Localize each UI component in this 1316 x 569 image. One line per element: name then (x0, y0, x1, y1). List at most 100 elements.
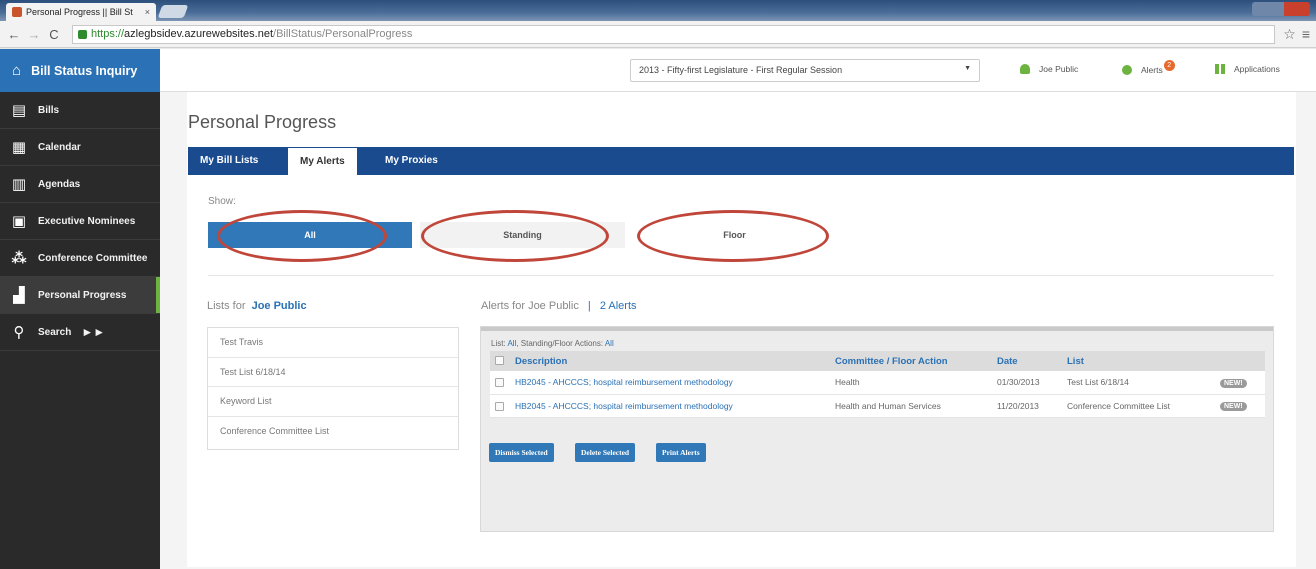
filter-action-label: , Standing/Floor Actions: (516, 339, 604, 348)
column-header-list[interactable]: List (1062, 351, 1215, 371)
filter-floor-button[interactable]: Floor (632, 222, 837, 248)
list-item[interactable]: Test List 6/18/14 (208, 358, 458, 387)
page-title: Personal Progress (188, 112, 337, 132)
forward-button[interactable]: → (26, 27, 42, 42)
filter-standing-button[interactable]: Standing (420, 222, 625, 248)
double-chevron-right-icon: ►► (81, 325, 106, 339)
address-bar[interactable]: https:// azlegbsidev.azurewebsites.net /… (72, 24, 1276, 44)
sidebar-item-agendas[interactable]: ▥ Agendas (0, 166, 160, 203)
apps-grid-icon (1215, 64, 1225, 74)
url-scheme: https:// (91, 28, 125, 40)
list-item[interactable]: Conference Committee List (208, 417, 458, 447)
alert-date: 11/20/2013 (992, 394, 1062, 418)
alerts-header-separator: | (587, 300, 591, 312)
alerts-table: Description Committee / Floor Action Dat… (490, 351, 1265, 418)
applications-link[interactable]: Applications (1215, 64, 1280, 74)
sidebar-item-search[interactable]: ⚲ Search ►► (0, 314, 160, 351)
close-tab-icon[interactable]: × (145, 7, 150, 17)
browser-tab-strip: Personal Progress || Bill St × (0, 0, 1316, 21)
filter-list-value-link[interactable]: All (507, 339, 516, 348)
alerts-count-badge: 2 (1163, 60, 1175, 71)
session-select-value: 2013 - Fifty-first Legislature - First R… (639, 65, 843, 75)
sidebar-item-label: Search (38, 326, 72, 338)
row-checkbox-cell (490, 371, 510, 395)
new-tab-button[interactable] (157, 5, 189, 18)
alerts-panel: List: All, Standing/Floor Actions: All D… (480, 326, 1274, 532)
filter-all-button[interactable]: All (208, 222, 412, 248)
dismiss-selected-button[interactable]: Dismiss Selected (489, 443, 554, 462)
tab-bar: My Bill Lists My Alerts My Proxies (188, 147, 1294, 175)
alert-list: Conference Committee List (1062, 394, 1215, 418)
filter-list-label: List: (491, 339, 506, 348)
select-all-checkbox[interactable] (495, 356, 504, 366)
sidebar-item-label: Executive Nominees (38, 215, 136, 227)
site-favicon-icon (12, 7, 22, 17)
window-controls[interactable] (1252, 2, 1310, 16)
sidebar-item-personal-progress[interactable]: ▟ Personal Progress (0, 277, 160, 314)
sidebar-item-conference-committee[interactable]: ⁂ Conference Committee (0, 240, 160, 277)
back-button[interactable]: ← (6, 27, 22, 42)
top-header: 2013 - Fifty-first Legislature - First R… (160, 49, 1316, 92)
alerts-panel-strip (481, 327, 1273, 331)
tab-my-bill-lists[interactable]: My Bill Lists (188, 147, 270, 175)
search-icon: ⚲ (13, 324, 25, 341)
reload-button[interactable]: C (46, 27, 62, 42)
column-header-badge (1215, 351, 1265, 371)
sidebar-item-executive-nominees[interactable]: ▣ Executive Nominees (0, 203, 160, 240)
user-icon (1020, 64, 1030, 74)
alert-committee: Health and Human Services (830, 394, 992, 418)
alert-icon (1122, 64, 1132, 75)
table-row: HB2045 - AHCCCS; hospital reimbursement … (490, 371, 1265, 395)
bookmark-star-icon[interactable]: ☆ (1283, 26, 1296, 43)
session-select[interactable]: 2013 - Fifty-first Legislature - First R… (630, 59, 980, 82)
progress-icon: ▟ (13, 287, 25, 304)
alerts-header: Alerts for Joe Public | 2 Alerts (481, 300, 637, 312)
sidebar-item-bills[interactable]: ▤ Bills (0, 92, 160, 129)
lists-header-label: Lists for (207, 300, 246, 312)
table-row: HB2045 - AHCCCS; hospital reimbursement … (490, 394, 1265, 418)
alert-description-link[interactable]: HB2045 - AHCCCS; hospital reimbursement … (510, 371, 830, 395)
lock-icon (78, 29, 87, 39)
row-checkbox[interactable] (495, 401, 504, 411)
column-header-committee[interactable]: Committee / Floor Action (830, 351, 992, 371)
calendar-icon: ▦ (11, 139, 27, 156)
list-item[interactable]: Test Travis (208, 328, 458, 358)
list-item[interactable]: Keyword List (208, 387, 458, 417)
row-checkbox[interactable] (495, 378, 504, 388)
document-icon: ▤ (11, 102, 27, 119)
user-name: Joe Public (1039, 64, 1079, 74)
sidebar-item-label: Conference Committee (38, 252, 148, 264)
nominee-icon: ▣ (11, 213, 27, 230)
brand-title: Bill Status Inquiry (31, 63, 138, 78)
badge-cell: NEW! (1215, 394, 1265, 418)
alert-date: 01/30/2013 (992, 371, 1062, 395)
lists-owner-link[interactable]: Joe Public (252, 300, 307, 312)
select-all-cell (490, 351, 510, 371)
sidebar-item-label: Calendar (38, 141, 81, 153)
badge-cell: NEW! (1215, 371, 1265, 395)
browser-toolbar: ← → C https:// azlegbsidev.azurewebsites… (0, 21, 1316, 48)
filter-action-value-link[interactable]: All (605, 339, 614, 348)
browser-tab-title: Personal Progress || Bill St (26, 7, 133, 17)
tab-my-alerts[interactable]: My Alerts (288, 148, 357, 175)
column-header-date[interactable]: Date (992, 351, 1062, 371)
agenda-icon: ▥ (11, 176, 27, 193)
alerts-filter-line: List: All, Standing/Floor Actions: All (491, 339, 614, 348)
browser-tab[interactable]: Personal Progress || Bill St × (6, 3, 156, 21)
user-link[interactable]: Joe Public (1020, 64, 1078, 74)
brand-home-link[interactable]: ⌂ Bill Status Inquiry (0, 49, 160, 92)
delete-selected-button[interactable]: Delete Selected (575, 443, 636, 462)
url-host: azlegbsidev.azurewebsites.net (124, 28, 274, 40)
section-divider (208, 275, 1274, 276)
sidebar-item-calendar[interactable]: ▦ Calendar (0, 129, 160, 166)
column-header-description[interactable]: Description (510, 351, 830, 371)
chevron-down-icon: ▼ (964, 65, 971, 72)
sidebar-item-label: Bills (38, 104, 60, 116)
people-icon: ⁂ (11, 250, 27, 267)
print-alerts-button[interactable]: Print Alerts (656, 443, 706, 462)
alerts-link[interactable]: Alerts 2 (1122, 60, 1175, 75)
sidebar-item-label: Agendas (38, 178, 81, 190)
alert-description-link[interactable]: HB2045 - AHCCCS; hospital reimbursement … (510, 394, 830, 418)
browser-menu-icon[interactable]: ≡ (1302, 26, 1310, 43)
tab-my-proxies[interactable]: My Proxies (373, 147, 450, 175)
